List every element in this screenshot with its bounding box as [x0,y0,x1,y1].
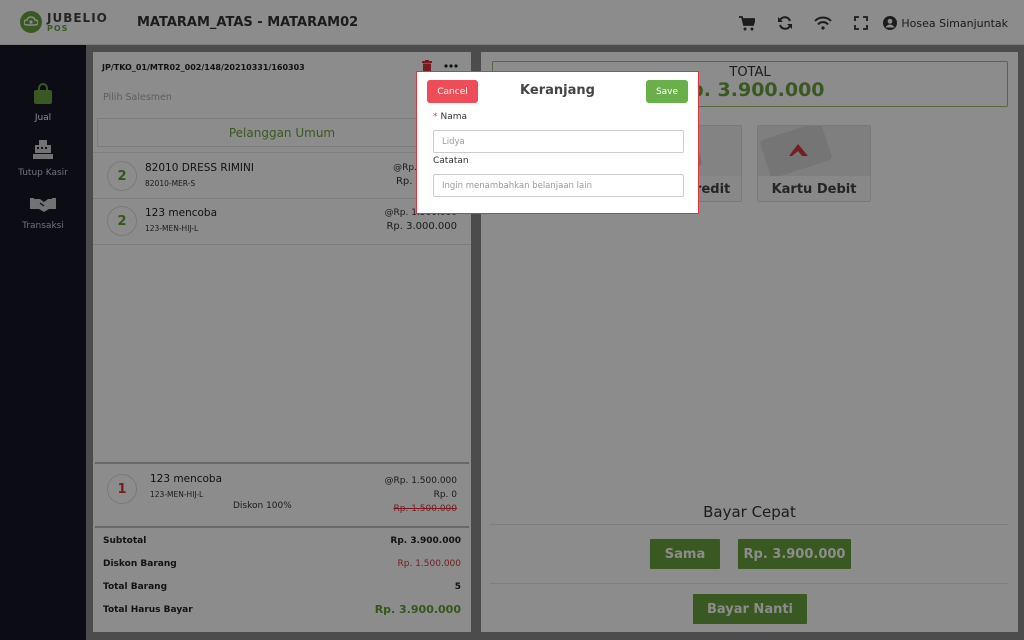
required-marker: * [433,112,438,122]
cancel-button[interactable]: Cancel [427,80,478,103]
note-label: Catatan [433,156,469,166]
cart-modal: Keranjang Cancel Save * Nama Lidya Catata… [416,71,699,214]
note-field[interactable]: Ingin menambahkan belanjaan lain [433,174,684,197]
name-label: * Nama [433,112,468,122]
save-button[interactable]: Save [646,80,688,103]
name-field[interactable]: Lidya [433,130,684,153]
